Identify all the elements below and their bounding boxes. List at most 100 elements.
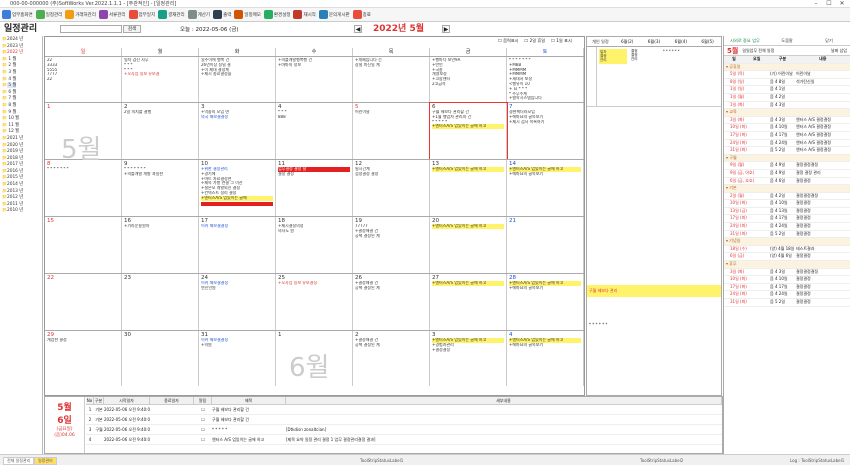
rp-list-row[interactable]: 1일 (일) 음 4 1일	[724, 86, 850, 94]
day-cell[interactable]: 16 +기라운용원자	[122, 217, 199, 273]
tree-item[interactable]: 📁2014 년	[2, 181, 42, 188]
day-cell[interactable]: 28 +엔터스A/S 업있이는 글에 하고 +에마요의 골목보기	[507, 274, 584, 330]
tree-item[interactable]: 📁 8 월	[2, 102, 42, 109]
tree-item[interactable]: 📁 3 월	[2, 69, 42, 76]
tree-item[interactable]: 📁2017 년	[2, 161, 42, 168]
rp-list-row[interactable]: 10일 (화) 음 4 10일 결정결정	[724, 200, 850, 208]
calendar-event[interactable]: +엔터스A/S 업있이는 글에	[201, 195, 273, 201]
tree-item[interactable]: 📁2015 년	[2, 174, 42, 181]
day-cell[interactable]: 3 +먹중의 모임 면 의국 해보결결정	[199, 103, 276, 159]
next-month-button[interactable]: ▶	[442, 25, 450, 33]
rp-list-row[interactable]: 13일 (금) 음 4 13일 결정결정	[724, 208, 850, 216]
rp-list-row[interactable]: 6일 (금, 호호) 음 4 6일 결정결정	[724, 178, 850, 186]
tree-item[interactable]: 📁2020 년	[2, 142, 42, 149]
rp-list-row[interactable]: 31일 (화) 음 5 2일 결정결정	[724, 299, 850, 307]
toolbar-button-3[interactable]: 서류관리	[98, 10, 126, 19]
calendar-event[interactable]: 개업한 결정	[47, 338, 119, 343]
rp-list-row[interactable]: 18일 (수) (양) 4월 18일 테스트결과	[724, 246, 850, 254]
calendar-event[interactable]: +에마요의 골목보기	[509, 172, 581, 177]
calendar-event[interactable]: 의국 해보결결정	[201, 115, 273, 120]
detail-alarm-checkbox[interactable]: ☐	[194, 435, 212, 444]
toolbar-button-11[interactable]: 문의게시판	[318, 10, 350, 19]
rp-group[interactable]: ▾ 휴무	[724, 261, 850, 269]
mid-event[interactable]: * * * * * *	[661, 47, 693, 106]
mid-header-0[interactable]: 개인 일정	[587, 39, 614, 45]
mid-header-4[interactable]: 6월(5)	[694, 39, 721, 45]
tree-item[interactable]: 📁2018 년	[2, 155, 42, 162]
day-cell[interactable]: 4 +엔터스A/S 업있이는 글에 하고 +에마요의 골목보기	[507, 331, 584, 386]
mid-header-3[interactable]: 6월(4)	[667, 39, 694, 45]
calendar-event[interactable]: +마마의 정보	[278, 63, 350, 68]
detail-alarm-checkbox[interactable]: ☐	[194, 405, 212, 414]
day-cell[interactable]: 13 +엔터스A/S 업있이는 글에 하고	[430, 160, 507, 216]
day-cell[interactable]: 24 이커 해보결결정 연진인원	[199, 274, 276, 330]
prev-month-button[interactable]: ◀	[354, 25, 362, 33]
tree-item[interactable]: 📁 5 월	[2, 82, 42, 89]
detail-alarm-checkbox[interactable]: ☐	[194, 425, 212, 434]
tree-item[interactable]: 📁 9 월	[2, 109, 42, 116]
day-cell[interactable]: 27 +엔터스A/S 업있이는 글에 하고	[430, 274, 507, 330]
rp-group[interactable]: ▾ 공휴일	[724, 63, 850, 72]
calendar-event[interactable]: 2일 의지를 결행	[124, 110, 196, 115]
toolbar-button-7[interactable]: 출력	[213, 10, 231, 19]
day-cell[interactable]: 21	[507, 217, 584, 273]
rp-list-row[interactable]: 9일 (월) 음 4 9일 결정결정결정	[724, 162, 850, 170]
calendar-event[interactable]: +제시 검사 목록하기	[509, 120, 581, 125]
day-cell[interactable]: 23	[122, 274, 199, 330]
tree-item[interactable]: 📁 2 월	[2, 62, 42, 69]
day-cell[interactable]: 4 * * * 888	[276, 103, 353, 159]
rp-list-row[interactable]: 17일 (화) 음 4 17일 결정결정	[724, 215, 850, 224]
rp-list-row[interactable]: 31일 (화) 음 5 2일 엔터스 A/S 결정결정	[724, 147, 850, 155]
toolbar-button-0[interactable]: 업무홈화면	[2, 10, 33, 19]
mid-event[interactable]: 결정 결정 관리	[629, 47, 661, 106]
tree-item[interactable]: 📁 12 월	[2, 128, 42, 135]
day-cell[interactable]: 7 경현책더라모업 +에마요의 골목보기 +제시 검사 목록하기	[507, 103, 584, 159]
calendar-event[interactable]: +오사업 일보 유보결	[124, 72, 196, 77]
detail-row[interactable]: 4 2022-05-06 오전 9:40:00 ☐ 엔터스 A/S 업있이는 글에 하…	[86, 435, 722, 445]
calendar-event[interactable]: +기라운용원자	[124, 224, 196, 229]
toolbar-button-5[interactable]: 결재관리	[158, 10, 185, 19]
calendar-event[interactable]: 장철 미진일 계	[355, 63, 427, 68]
day-cell[interactable]: 17 이커 해보결결정	[199, 217, 276, 273]
toolbar-button-6[interactable]: 계산기	[187, 10, 210, 19]
rp-list-row[interactable]: 24일 (화) 음 4 24일 엔터스 A/S 결정결정	[724, 140, 850, 148]
rp-list-row[interactable]: 1일 (화) 음 4 3일	[724, 102, 850, 110]
calendar-event[interactable]: +오사업 일보 유보결정	[278, 281, 350, 286]
tree-item[interactable]: 📁2016 년	[2, 168, 42, 175]
status-tab-all[interactable]: 전체 일정관리	[3, 457, 35, 465]
rp-group[interactable]: ▾ 기본	[724, 185, 850, 193]
day-cell[interactable]: 22	[45, 274, 122, 330]
tree-item[interactable]: 📁 10 월	[2, 115, 42, 122]
calendar-event[interactable]: 어린이날	[355, 110, 427, 115]
calendar-event[interactable]: 검정결정 결정	[355, 172, 427, 177]
calendar-event[interactable]: +발학시스템입니다	[509, 96, 581, 101]
rp-list-row[interactable]: 3일 (화) 음 4 3일 엔터스 A/S 결정결정	[724, 117, 850, 125]
calendar-event[interactable]: 의사도 원	[278, 229, 350, 234]
search-button[interactable]: 검색	[123, 25, 141, 33]
tree-item[interactable]: 📁 11 월	[2, 122, 42, 129]
detail-row[interactable]: 1 기본 2022-05-06 오전 9:40:00 ☐ 구월 헤보다 관리할 건	[86, 405, 722, 415]
calendar-event[interactable]: +의를개발 개발 과일한	[124, 172, 196, 177]
tree-item[interactable]: 📁2021 년	[2, 135, 42, 142]
day-cell[interactable]: 일주이에 행복 건 26년이상 정밀 결 +이 제대 결정계 +제시 종료결정을	[199, 57, 276, 102]
day-cell[interactable]: 15	[45, 217, 122, 273]
toolbar-button-9[interactable]: 환경설정	[263, 10, 290, 19]
rp-tab-2[interactable]: 닫기	[808, 38, 850, 44]
calendar-event[interactable]: 이커 해보결결정	[201, 224, 273, 229]
toolbar-button-8[interactable]: 일정메모	[234, 10, 261, 19]
rp-tab-1[interactable]: 도움말	[766, 38, 808, 44]
rp-list-row[interactable]: 1일 (월) 음 4 2일	[724, 94, 850, 102]
status-tab-schedule[interactable]: 일정관리	[34, 457, 57, 465]
rp-list-row[interactable]: 6일 (금) (양) 4월 6일 결정결정	[724, 253, 850, 262]
calendar-event[interactable]: +에마요의 골목보기	[509, 286, 581, 291]
toolbar-button-2[interactable]: 거래처관리	[65, 10, 96, 19]
calendar-event[interactable]: 공책 결정된 계	[355, 286, 427, 291]
mid-highlight[interactable]: 구월 헤보다 관리	[587, 285, 721, 297]
rp-list-row[interactable]: 2일 (월) 음 4 2일 결정결정결정	[724, 193, 850, 201]
mid-header-2[interactable]: 6월(3)	[641, 39, 668, 45]
calendar-event[interactable]: +의원	[201, 343, 273, 348]
day-cell[interactable]: 20 +엔터스A/S 업있이는 글에 하고	[430, 217, 507, 273]
day-cell[interactable]: 5 어린이날	[353, 103, 430, 159]
search-input[interactable]	[60, 25, 122, 33]
rp-list-row[interactable]: 9일 (금, 야호) 음 4 9일 결정 결정 관리	[724, 170, 850, 178]
